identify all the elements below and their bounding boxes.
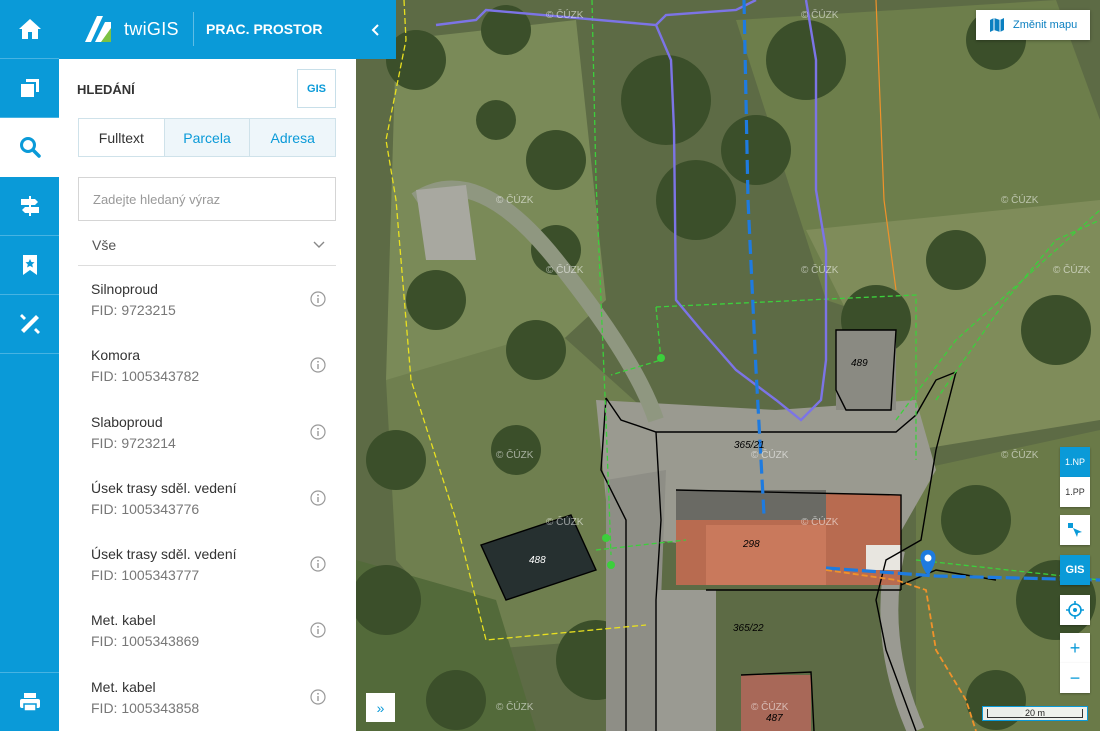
rail-home-button[interactable] — [0, 0, 59, 59]
result-title: Silnoproud — [91, 281, 158, 297]
rail-measure-button[interactable] — [0, 295, 59, 354]
cursor-select-icon — [1068, 523, 1082, 537]
result-fid: FID: 9723214 — [91, 434, 176, 451]
workspace-title: PRAC. PROSTOR — [206, 21, 323, 37]
zoom-out-button[interactable]: − — [1060, 663, 1090, 693]
cuzk-watermark: © ČÚZK — [496, 195, 534, 206]
tab-adresa[interactable]: Adresa — [249, 119, 336, 156]
cuzk-watermark: © ČÚZK — [546, 265, 584, 276]
change-map-button[interactable]: Změnit mapu — [976, 10, 1090, 40]
cuzk-watermark: © ČÚZK — [496, 702, 534, 713]
chevron-left-icon — [371, 23, 379, 36]
result-title: Slaboproud — [91, 413, 163, 430]
locate-button[interactable] — [1060, 595, 1090, 625]
search-input[interactable] — [78, 177, 336, 221]
result-title: Met. kabel — [91, 678, 156, 695]
collapse-panel-button[interactable] — [356, 0, 396, 59]
result-title: Komora — [91, 347, 141, 364]
search-panel: HLEDÁNÍ GIS Fulltext Parcela Adresa Vše … — [59, 59, 356, 731]
map-icon — [990, 18, 1004, 32]
info-icon[interactable] — [310, 291, 326, 307]
result-item[interactable]: Komora FID: 1005343782 — [78, 333, 336, 399]
search-tabs: Fulltext Parcela Adresa — [78, 118, 336, 157]
result-title: Met. kabel — [91, 612, 156, 629]
cuzk-watermark: © ČÚZK — [1001, 195, 1039, 206]
parcel-label: 298 — [743, 539, 760, 550]
measure-icon — [19, 314, 40, 334]
scale-bar: 20 m — [982, 706, 1088, 721]
expand-panel-button[interactable]: » — [366, 693, 395, 722]
cuzk-watermark: © ČÚZK — [1053, 265, 1091, 276]
info-icon[interactable] — [310, 423, 326, 440]
cuzk-watermark: © ČÚZK — [496, 450, 534, 461]
floor-1np-button[interactable]: 1.NP — [1060, 447, 1090, 477]
scale-label: 20 m — [987, 709, 1083, 718]
rail-search-button[interactable] — [0, 118, 59, 177]
parcel-label: 365/22 — [733, 623, 764, 634]
cuzk-watermark: © ČÚZK — [801, 517, 839, 528]
home-icon — [18, 19, 41, 39]
search-icon — [19, 137, 41, 158]
rail-signpost-button[interactable] — [0, 177, 59, 236]
header-divider — [193, 12, 194, 46]
info-icon[interactable] — [310, 689, 326, 705]
cuzk-watermark: © ČÚZK — [546, 10, 584, 21]
chevron-down-icon — [313, 241, 325, 248]
parcel-label: 487 — [766, 713, 783, 724]
gis-map-button[interactable]: GIS — [1060, 555, 1090, 585]
parcel-label: 488 — [529, 555, 546, 566]
info-icon[interactable] — [310, 357, 326, 373]
layers-icon — [20, 79, 39, 97]
cuzk-watermark: © ČÚZK — [801, 10, 839, 21]
zoom-in-button[interactable]: + — [1060, 633, 1090, 663]
main-nav-rail — [0, 0, 59, 731]
result-fid: FID: 1005343782 — [91, 368, 200, 385]
results-list: Silnoproud FID: 9723215 Komora FID: 1005… — [78, 267, 336, 731]
result-item[interactable]: Úsek trasy sděl. vedení FID: 1005343777 — [78, 532, 336, 598]
print-icon — [19, 693, 40, 712]
brand-name: twiGIS — [124, 19, 179, 39]
select-tool-button[interactable] — [1060, 515, 1090, 545]
crosshair-icon — [1066, 601, 1084, 619]
cuzk-watermark: © ČÚZK — [751, 450, 789, 461]
result-item[interactable]: Úsek trasy sděl. vedení FID: 1005343776 — [78, 466, 336, 532]
result-item[interactable]: Slaboproud FID: 9723214 — [78, 400, 336, 466]
tab-parcela[interactable]: Parcela — [163, 119, 250, 156]
bookmark-icon — [22, 255, 37, 275]
map-canvas[interactable]: © ČÚZK © ČÚZK © ČÚZK © ČÚZK © ČÚZK © ČÚZ… — [356, 0, 1100, 731]
parcel-label: 489 — [851, 358, 868, 369]
cuzk-watermark: © ČÚZK — [751, 702, 789, 713]
rail-print-button[interactable] — [0, 672, 59, 731]
gis-search-button[interactable]: GIS — [297, 69, 336, 108]
aerial-imagery — [356, 0, 1100, 731]
change-map-label: Změnit mapu — [1013, 19, 1078, 31]
result-item[interactable]: Met. kabel FID: 1005343858 — [78, 665, 336, 731]
category-select-value: Vše — [92, 237, 117, 253]
twigis-logo-icon — [85, 16, 111, 42]
cuzk-watermark: © ČÚZK — [1001, 450, 1039, 461]
info-icon[interactable] — [310, 622, 326, 639]
panel-title: HLEDÁNÍ — [77, 82, 135, 97]
result-fid: FID: 1005343776 — [91, 500, 200, 517]
floor-1pp-button[interactable]: 1.PP — [1060, 477, 1090, 507]
info-icon[interactable] — [310, 490, 326, 506]
info-icon[interactable] — [310, 556, 326, 572]
result-fid: FID: 9723215 — [91, 302, 176, 318]
parcel-label: 365/21 — [734, 440, 765, 451]
result-item[interactable]: Met. kabel FID: 1005343869 — [78, 598, 336, 664]
rail-bookmark-button[interactable] — [0, 236, 59, 295]
signpost-icon — [20, 196, 39, 216]
result-fid: FID: 1005343858 — [91, 699, 200, 716]
app-header: twiGIS PRAC. PROSTOR — [59, 0, 356, 59]
cuzk-watermark: © ČÚZK — [546, 517, 584, 528]
result-title: Úsek trasy sděl. vedení — [91, 546, 237, 563]
tab-fulltext[interactable]: Fulltext — [79, 119, 164, 156]
result-fid: FID: 1005343869 — [91, 633, 200, 650]
category-select[interactable]: Vše — [78, 225, 336, 266]
result-item[interactable]: Silnoproud FID: 9723215 — [78, 267, 336, 333]
rail-layers-button[interactable] — [0, 59, 59, 118]
cuzk-watermark: © ČÚZK — [801, 265, 839, 276]
result-title: Úsek trasy sděl. vedení — [91, 479, 237, 496]
result-fid: FID: 1005343777 — [91, 567, 200, 584]
